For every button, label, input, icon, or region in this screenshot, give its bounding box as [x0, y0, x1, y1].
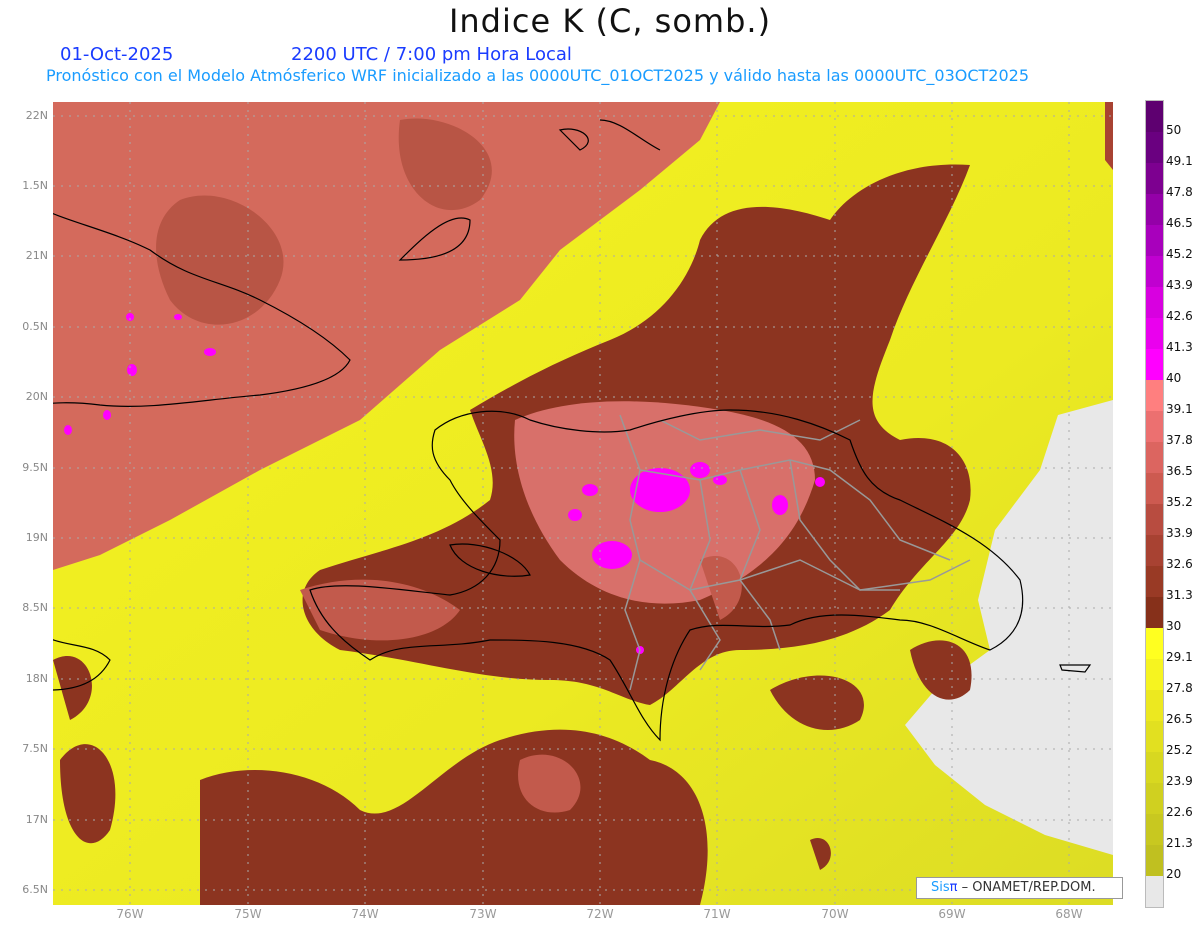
colorbar-bin [1146, 287, 1163, 318]
lat-label: 8.5N [22, 601, 48, 614]
colorbar-label: 42.6 [1166, 309, 1193, 323]
colorbar-label: 36.5 [1166, 464, 1193, 478]
colorbar-bin [1146, 752, 1163, 783]
lon-label: 70W [821, 907, 849, 921]
colorbar-bin [1146, 814, 1163, 845]
colorbar-label: 20 [1166, 867, 1182, 881]
lon-label: 76W [116, 907, 144, 921]
lon-label: 71W [703, 907, 731, 921]
lat-label: 19N [25, 531, 48, 544]
colorbar-label: 32.6 [1166, 557, 1193, 571]
lat-label: 7.5N [22, 742, 48, 755]
colorbar-bin [1146, 659, 1163, 690]
lat-label: 21N [25, 249, 48, 262]
lat-label: 22N [25, 109, 48, 122]
lat-label: 20N [25, 390, 48, 403]
colorbar-bin [1146, 256, 1163, 287]
colorbar-label: 26.5 [1166, 712, 1193, 726]
lon-label: 74W [351, 907, 379, 921]
colorbar-label: 33.9 [1166, 526, 1193, 540]
lon-label: 75W [234, 907, 262, 921]
lat-label: 18N [25, 672, 48, 685]
colorbar-label: 23.9 [1166, 774, 1193, 788]
colorbar-label: 25.2 [1166, 743, 1193, 757]
colorbar-label: 47.8 [1166, 185, 1193, 199]
colorbar-label: 50 [1166, 123, 1182, 137]
lon-label: 73W [469, 907, 497, 921]
colorbar-bin [1146, 442, 1163, 473]
colorbar-bin [1146, 194, 1163, 225]
colorbar-bin [1146, 101, 1163, 132]
colorbar-bin [1146, 690, 1163, 721]
forecast-time: 2200 UTC / 7:00 pm Hora Local [291, 44, 572, 65]
colorbar-label: 49.1 [1166, 154, 1193, 168]
lat-label: 9.5N [22, 461, 48, 474]
colorbar-bin [1146, 566, 1163, 597]
colorbar-label: 29.1 [1166, 650, 1193, 664]
colorbar-label: 43.9 [1166, 278, 1193, 292]
colorbar-bin [1146, 349, 1163, 380]
credit-box: Sisπ – ONAMET/REP.DOM. [916, 877, 1123, 899]
lon-label: 72W [586, 907, 614, 921]
colorbar-bin [1146, 721, 1163, 752]
colorbar-label: 41.3 [1166, 340, 1193, 354]
colorbar-bin [1146, 380, 1163, 411]
colorbar-bin [1146, 473, 1163, 504]
colorbar-bin [1146, 411, 1163, 442]
lat-label: 0.5N [22, 320, 48, 333]
map-title: Indice K (C, somb.) [448, 2, 772, 40]
colorbar-bin [1146, 225, 1163, 256]
forecast-date: 01-Oct-2025 [60, 44, 174, 65]
brown-right-strip [1105, 102, 1113, 170]
colorbar-label: 31.3 [1166, 588, 1193, 602]
colorbar-label: 21.3 [1166, 836, 1193, 850]
credit-brand: Sis [931, 880, 950, 895]
colorbar-label: 40 [1166, 371, 1182, 385]
colorbar-label: 46.5 [1166, 216, 1193, 230]
lat-label: 6.5N [22, 883, 48, 896]
lat-label: 17N [25, 813, 48, 826]
colorbar-label: 45.2 [1166, 247, 1193, 261]
colorbar-label: 22.6 [1166, 805, 1193, 819]
colorbar-bin [1146, 163, 1163, 194]
colorbar-label: 39.1 [1166, 402, 1193, 416]
colorbar-bin [1146, 628, 1163, 659]
colorbar-label: 27.8 [1166, 681, 1193, 695]
lat-label: 1.5N [22, 179, 48, 192]
colorbar [1145, 100, 1164, 908]
colorbar-bin [1146, 597, 1163, 628]
colorbar-bin [1146, 783, 1163, 814]
map-field [53, 102, 1113, 905]
colorbar-bin [1146, 876, 1163, 907]
k-index-map [53, 102, 1113, 905]
lon-label: 68W [1055, 907, 1083, 921]
colorbar-bin [1146, 318, 1163, 349]
lon-label: 69W [938, 907, 966, 921]
credit-org: – ONAMET/REP.DOM. [957, 880, 1096, 895]
colorbar-label: 37.8 [1166, 433, 1193, 447]
colorbar-bin [1146, 535, 1163, 566]
colorbar-label: 35.2 [1166, 495, 1193, 509]
colorbar-bin [1146, 132, 1163, 163]
colorbar-label: 30 [1166, 619, 1182, 633]
colorbar-bin [1146, 845, 1163, 876]
colorbar-bin [1146, 504, 1163, 535]
model-subtitle: Pronóstico con el Modelo Atmósferico WRF… [46, 66, 1030, 85]
